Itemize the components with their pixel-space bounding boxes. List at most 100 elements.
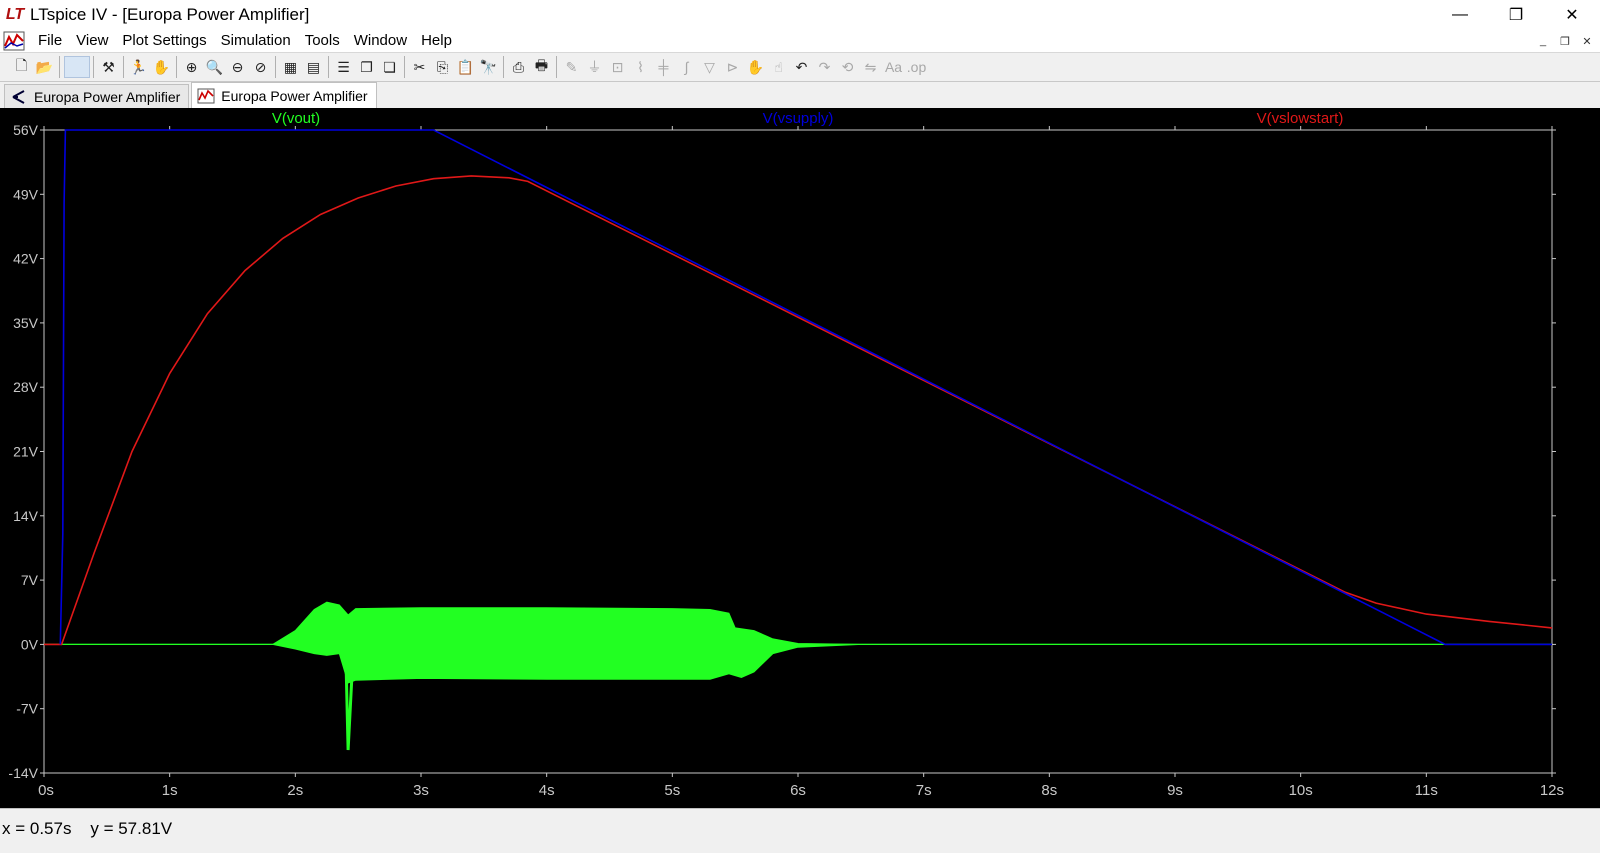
print-preview-icon[interactable]: ⎙ [508, 56, 530, 78]
toolbar-separator [176, 56, 177, 78]
waveform-tab-icon [196, 88, 216, 104]
tile-horizontal-icon[interactable]: ☰ [333, 56, 355, 78]
zoom-in-icon[interactable]: ⊕ [181, 56, 203, 78]
menu-bar: File View Plot Settings Simulation Tools… [0, 30, 1600, 52]
tab-label: Europa Power Amplifier [34, 88, 181, 105]
close-button[interactable]: ✕ [1544, 0, 1600, 30]
zoom-out-icon[interactable]: ⊖ [227, 56, 249, 78]
menu-simulation[interactable]: Simulation [214, 30, 298, 52]
copy-icon[interactable]: ⎘ [432, 56, 454, 78]
wire-icon[interactable]: ✎ [561, 56, 583, 78]
blank-slot[interactable] [63, 56, 90, 78]
toolbar-separator [556, 56, 557, 78]
autorange-icon[interactable]: ▦ [280, 56, 302, 78]
label-icon[interactable]: ⊡ [607, 56, 629, 78]
waveform-plot[interactable]: 56V 49V 42V 35V 28V 21V 14V 7V 0V -7V -14V 0s 1s 2s 3s… [0, 108, 1600, 808]
zoom-area-icon[interactable]: 🔍 [204, 56, 226, 78]
title-bar: LT LTspice IV - [Europa Power Amplifier]… [0, 0, 1600, 30]
x-tick-label: 8s [1041, 782, 1057, 799]
x-tick-label: 12s [1540, 782, 1564, 799]
capacitor-icon[interactable]: ╪ [653, 56, 675, 78]
cascade-icon[interactable]: ❐ [356, 56, 378, 78]
toolbar-separator [59, 56, 60, 78]
y-tick-label: 28V [13, 379, 39, 395]
mdi-minimize-button[interactable]: _ [1534, 32, 1552, 50]
mdi-close-button[interactable]: ✕ [1578, 32, 1596, 50]
zoom-fit-icon[interactable]: ⊘ [250, 56, 272, 78]
toolbar-separator [275, 56, 276, 78]
legend-vvsupply[interactable]: V(vsupply) [763, 110, 834, 127]
window-title: LTspice IV - [Europa Power Amplifier] [30, 5, 310, 24]
diode-icon[interactable]: ▽ [699, 56, 721, 78]
tab-schematic[interactable]: Europa Power Amplifier [4, 84, 190, 108]
text-icon[interactable]: Aa [883, 56, 905, 78]
y-tick-label: 35V [13, 315, 39, 331]
ltspice-logo-icon: LT [5, 6, 25, 23]
x-tick-label: 7s [916, 782, 932, 799]
move-icon[interactable]: ✋ [745, 56, 767, 78]
cursor-readout: x = 0.57s y = 57.81V [2, 819, 173, 838]
redo-icon[interactable]: ↷ [814, 56, 836, 78]
cut-icon[interactable]: ✂ [409, 56, 431, 78]
legend-vvout[interactable]: V(vout) [272, 110, 320, 127]
series-vsupply-line[interactable] [59, 129, 1552, 646]
legend-vvslowstart[interactable]: V(vslowstart) [1257, 110, 1344, 127]
menu-tools[interactable]: Tools [298, 30, 347, 52]
x-tick-label: 2s [287, 782, 303, 799]
toolbar-separator [503, 56, 504, 78]
y-tick-label: 14V [13, 508, 39, 524]
minimize-icon: — [1452, 6, 1468, 23]
menu-plot-settings[interactable]: Plot Settings [115, 30, 213, 52]
menu-file[interactable]: File [31, 30, 69, 52]
maximize-button[interactable]: ❐ [1488, 0, 1544, 30]
menu-view[interactable]: View [69, 30, 115, 52]
waveform-window-icon[interactable] [3, 31, 25, 51]
tab-label: Europa Power Amplifier [221, 87, 368, 104]
y-tick-label: 0V [21, 636, 39, 652]
drag-icon[interactable]: ☝ [768, 56, 790, 78]
ground-icon[interactable]: ⏚ [584, 56, 606, 78]
x-tick-label: 1s [162, 782, 178, 799]
control-panel-icon[interactable]: ⚒ [98, 56, 120, 78]
inductor-icon[interactable]: ∫ [676, 56, 698, 78]
toolbar-separator [123, 56, 124, 78]
x-tick-label: 3s [413, 782, 429, 799]
undo-icon[interactable]: ↶ [791, 56, 813, 78]
status-bar: x = 0.57s y = 57.81V [0, 808, 1600, 853]
series-vout-envelope[interactable] [44, 601, 1552, 684]
minimize-button[interactable]: — [1432, 0, 1488, 30]
resistor-icon[interactable]: ⌇ [630, 56, 652, 78]
y-tick-label: -7V [16, 701, 38, 717]
paste-icon[interactable]: 📋 [455, 56, 477, 78]
series-vslowstart-line[interactable] [44, 175, 1553, 646]
menu-window[interactable]: Window [347, 30, 414, 52]
plot-settings-icon[interactable]: ▤ [303, 56, 325, 78]
y-tick-label: 56V [13, 122, 39, 138]
find-icon[interactable]: 🔭 [478, 56, 500, 78]
x-tick-label: 4s [539, 782, 555, 799]
tile-vertical-icon[interactable]: ❏ [379, 56, 401, 78]
waveform-chart[interactable]: 56V 49V 42V 35V 28V 21V 14V 7V 0V -7V -14V0s 1s 2s 3s… [0, 108, 1600, 808]
mirror-icon[interactable]: ⇋ [860, 56, 882, 78]
y-tick-label: 42V [13, 251, 39, 267]
menu-help[interactable]: Help [414, 30, 459, 52]
spice-directive-icon[interactable]: .op [906, 56, 928, 78]
open-icon[interactable]: 📂 [34, 56, 56, 78]
new-schematic-icon[interactable]: 🗋 [11, 56, 33, 78]
schematic-tab-icon [9, 89, 29, 105]
x-tick-label: 10s [1289, 782, 1313, 799]
rotate-icon[interactable]: ⟲ [837, 56, 859, 78]
pan-hand-icon[interactable]: ✋ [151, 56, 173, 78]
restore-icon: ❐ [1508, 7, 1524, 24]
x-tick-label: 9s [1167, 782, 1183, 799]
y-tick-label: 21V [13, 444, 39, 460]
tab-waveform[interactable]: Europa Power Amplifier [191, 82, 377, 108]
mdi-restore-button[interactable]: ❐ [1556, 32, 1574, 50]
x-tick-label: 5s [664, 782, 680, 799]
component-icon[interactable]: ⊳ [722, 56, 744, 78]
mdi-controls: _ ❐ ✕ [1534, 32, 1596, 50]
tab-bar: Europa Power Amplifier Europa Power Ampl… [0, 82, 1600, 108]
run-icon[interactable]: 🏃 [128, 56, 150, 78]
print-icon[interactable]: 🖶 [531, 56, 553, 78]
x-tick-label: 11s [1415, 782, 1438, 799]
